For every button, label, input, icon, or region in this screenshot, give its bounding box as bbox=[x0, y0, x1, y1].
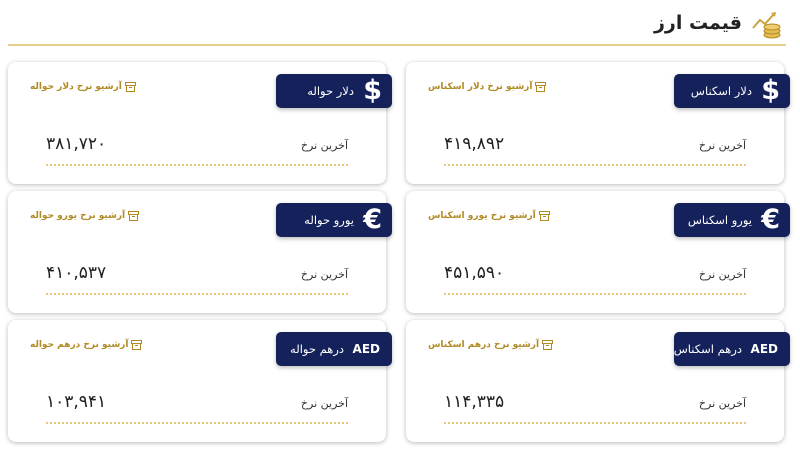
archive-label: آرشیو نرخ یورو اسکناس bbox=[428, 211, 536, 221]
archive-link[interactable]: آرشیو نرخ درهم حواله bbox=[30, 340, 143, 350]
rate-label: آخرین نرخ bbox=[300, 268, 348, 281]
dotted-divider bbox=[46, 164, 348, 166]
rate-label: آخرین نرخ bbox=[698, 139, 746, 152]
currency-name: یورو حواله bbox=[304, 213, 354, 227]
archive-label: آرشیو نرخ دلار اسکناس bbox=[428, 82, 533, 92]
rate-value: ۴۱۰,۵۳۷ bbox=[46, 263, 107, 283]
currency-name: یورو اسکناس bbox=[687, 213, 752, 227]
euro-icon: € bbox=[363, 204, 382, 235]
aed-symbol: AED bbox=[352, 342, 380, 356]
archive-label: آرشیو نرخ یورو حواله bbox=[30, 211, 126, 221]
rate-value: ۴۵۱,۵۹۰ bbox=[444, 263, 505, 283]
currency-name: دلار حواله bbox=[307, 84, 354, 98]
page-header: قیمت ارز bbox=[8, 0, 786, 46]
archive-link[interactable]: آرشیو نرخ دلار اسکناس bbox=[428, 82, 547, 92]
currency-card-usd-transfer: $ دلار حواله آرشیو نرخ دلار حواله آخرین … bbox=[8, 62, 392, 184]
archive-box-icon bbox=[128, 211, 140, 221]
rate-label: آخرین نرخ bbox=[300, 139, 348, 152]
dotted-divider bbox=[444, 293, 746, 295]
euro-icon: € bbox=[761, 204, 780, 235]
currency-name: دلار اسکناس bbox=[690, 84, 752, 98]
dotted-divider bbox=[444, 164, 746, 166]
rate-label: آخرین نرخ bbox=[698, 397, 746, 410]
currency-badge: € یورو اسکناس bbox=[674, 203, 790, 237]
dotted-divider bbox=[46, 293, 348, 295]
dollar-icon: $ bbox=[363, 75, 382, 106]
dollar-icon: $ bbox=[761, 75, 780, 106]
currency-card-aed-cash: AED درهم اسکناس آرشیو نرخ درهم اسکناس آخ… bbox=[406, 320, 790, 442]
rate-label: آخرین نرخ bbox=[698, 268, 746, 281]
archive-link[interactable]: آرشیو نرخ یورو اسکناس bbox=[428, 211, 550, 221]
currency-card-usd-cash: $ دلار اسکناس آرشیو نرخ دلار اسکناس آخری… bbox=[406, 62, 790, 184]
archive-box-icon bbox=[542, 340, 554, 350]
currency-name: درهم حواله bbox=[290, 342, 344, 356]
currency-card-aed-transfer: AED درهم حواله آرشیو نرخ درهم حواله آخری… bbox=[8, 320, 392, 442]
rate-value: ۱۰۳,۹۴۱ bbox=[46, 392, 107, 412]
archive-label: آرشیو نرخ دلار حواله bbox=[30, 82, 122, 92]
rate-value: ۱۱۴,۳۳۵ bbox=[444, 392, 505, 412]
currency-badge: € یورو حواله bbox=[276, 203, 392, 237]
currency-badge: $ دلار اسکناس bbox=[674, 74, 790, 108]
rate-value: ۴۱۹,۸۹۲ bbox=[444, 134, 505, 154]
coins-chart-icon bbox=[752, 12, 781, 39]
currency-badge: AED درهم اسکناس bbox=[674, 332, 790, 366]
archive-link[interactable]: آرشیو نرخ دلار حواله bbox=[30, 82, 136, 92]
archive-box-icon bbox=[124, 82, 136, 92]
currency-name: درهم اسکناس bbox=[673, 342, 742, 356]
archive-label: آرشیو نرخ درهم اسکناس bbox=[428, 340, 540, 350]
dotted-divider bbox=[46, 422, 348, 424]
archive-link[interactable]: آرشیو نرخ درهم اسکناس bbox=[428, 340, 554, 350]
archive-box-icon bbox=[131, 340, 143, 350]
archive-label: آرشیو نرخ درهم حواله bbox=[30, 340, 129, 350]
rate-value: ۳۸۱,۷۲۰ bbox=[46, 134, 107, 154]
currency-card-eur-transfer: € یورو حواله آرشیو نرخ یورو حواله آخرین … bbox=[8, 191, 392, 313]
archive-box-icon bbox=[538, 211, 550, 221]
page-title: قیمت ارز bbox=[653, 12, 742, 34]
currency-badge: $ دلار حواله bbox=[276, 74, 392, 108]
dotted-divider bbox=[444, 422, 746, 424]
rate-label: آخرین نرخ bbox=[300, 397, 348, 410]
archive-link[interactable]: آرشیو نرخ یورو حواله bbox=[30, 211, 140, 221]
archive-box-icon bbox=[535, 82, 547, 92]
currency-card-eur-cash: € یورو اسکناس آرشیو نرخ یورو اسکناس آخری… bbox=[406, 191, 790, 313]
currency-badge: AED درهم حواله bbox=[276, 332, 392, 366]
aed-symbol: AED bbox=[750, 342, 778, 356]
